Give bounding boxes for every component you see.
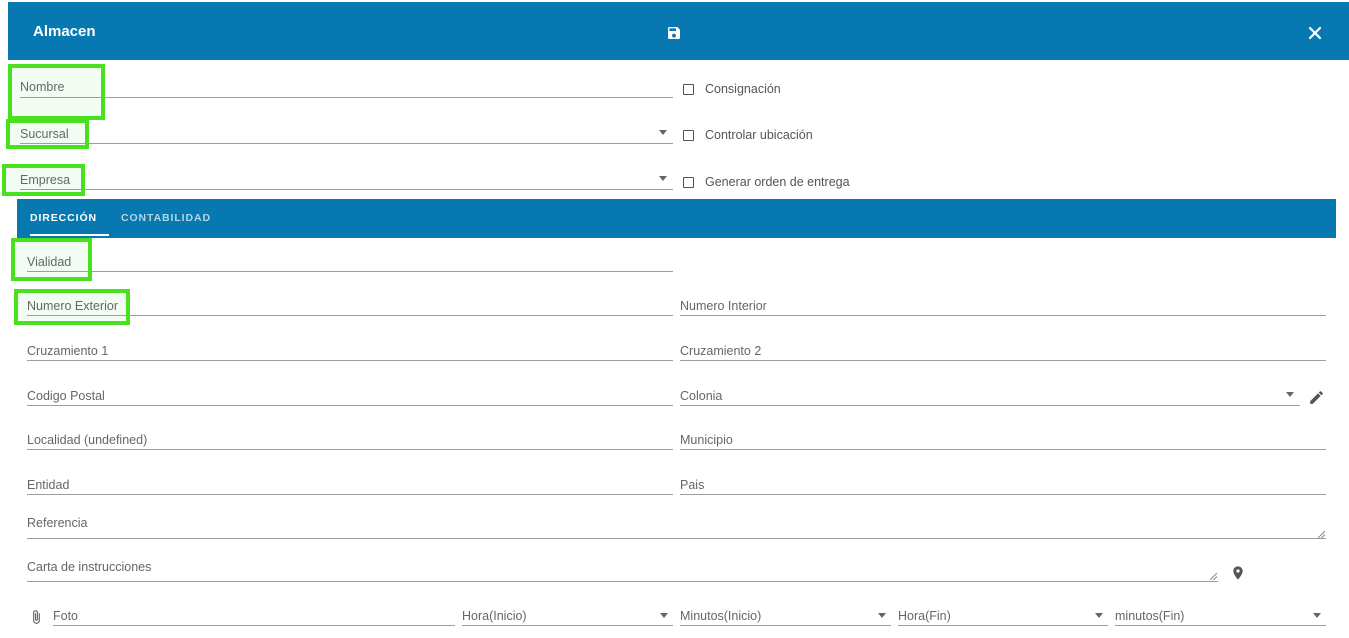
generar-orden-checkbox[interactable]: Generar orden de entrega — [683, 175, 850, 189]
consignacion-checkbox[interactable]: Consignación — [683, 82, 781, 96]
sucursal-label: Sucursal — [20, 127, 69, 141]
referencia-label: Referencia — [27, 516, 88, 530]
codigo-postal-field[interactable]: Codigo Postal — [27, 386, 673, 408]
foto-label: Foto — [53, 609, 79, 623]
tab-active-indicator — [30, 234, 109, 236]
cruzamiento2-label: Cruzamiento 2 — [680, 344, 762, 358]
entidad-label: Entidad — [27, 478, 70, 492]
numero-exterior-underline — [27, 315, 673, 316]
empresa-label: Empresa — [20, 173, 71, 187]
numero-exterior-label: Numero Exterior — [27, 299, 118, 313]
foto-field[interactable]: Foto — [53, 606, 455, 628]
municipio-field[interactable]: Municipio — [680, 430, 1326, 452]
hora-inicio-underline — [462, 625, 673, 626]
minutos-fin-select[interactable]: minutos(Fin) — [1115, 606, 1326, 628]
numero-interior-field[interactable]: Numero Interior — [680, 296, 1326, 318]
codigo-postal-label: Codigo Postal — [27, 389, 105, 403]
consignacion-label: Consignación — [705, 82, 781, 96]
vialidad-label: Vialidad — [27, 255, 72, 269]
paperclip-icon[interactable] — [29, 607, 44, 627]
hora-fin-select[interactable]: Hora(Fin) — [898, 606, 1108, 628]
checkbox-box[interactable] — [683, 129, 694, 141]
tab-contabilidad[interactable]: CONTABILIDAD — [121, 212, 211, 224]
numero-interior-label: Numero Interior — [680, 299, 767, 313]
vialidad-underline — [27, 271, 673, 272]
hora-fin-label: Hora(Fin) — [898, 609, 951, 623]
save-icon[interactable] — [666, 25, 682, 41]
pais-underline — [680, 494, 1326, 495]
pais-field[interactable]: Pais — [680, 475, 1326, 497]
hora-inicio-select[interactable]: Hora(Inicio) — [462, 606, 673, 628]
cruzamiento1-field[interactable]: Cruzamiento 1 — [27, 341, 673, 363]
tab-direccion[interactable]: DIRECCIÓN — [30, 212, 97, 224]
carta-instrucciones-underline — [27, 581, 1218, 582]
localidad-field[interactable]: Localidad (undefined) — [27, 430, 673, 452]
nombre-underline — [20, 97, 673, 98]
minutos-inicio-underline — [680, 625, 891, 626]
referencia-textarea[interactable]: Referencia — [27, 513, 1326, 540]
municipio-label: Municipio — [680, 433, 733, 447]
minutos-inicio-label: Minutos(Inicio) — [680, 609, 762, 623]
empresa-underline — [20, 189, 673, 190]
minutos-inicio-select[interactable]: Minutos(Inicio) — [680, 606, 891, 628]
localidad-underline — [27, 449, 673, 450]
numero-exterior-field[interactable]: Numero Exterior — [27, 296, 673, 318]
localidad-label: Localidad (undefined) — [27, 433, 148, 447]
chevron-down-icon — [659, 176, 667, 181]
hora-fin-underline — [898, 625, 1108, 626]
sucursal-select[interactable]: Sucursal — [20, 124, 673, 146]
municipio-underline — [680, 449, 1326, 450]
chevron-down-icon — [1286, 392, 1294, 397]
colonia-select[interactable]: Colonia — [680, 386, 1300, 408]
controlar-ubicacion-checkbox[interactable]: Controlar ubicación — [683, 128, 813, 142]
dialog-title: Almacen — [33, 23, 96, 40]
controlar-ubicacion-label: Controlar ubicación — [705, 128, 813, 142]
minutos-fin-label: minutos(Fin) — [1115, 609, 1185, 623]
minutos-fin-underline — [1115, 625, 1326, 626]
chevron-down-icon — [878, 613, 886, 618]
referencia-underline — [27, 538, 1326, 539]
nombre-field[interactable]: Nombre — [20, 78, 673, 100]
codigo-postal-underline — [27, 405, 673, 406]
tab-bar: DIRECCIÓN CONTABILIDAD — [17, 199, 1336, 238]
map-pin-icon[interactable] — [1230, 565, 1246, 581]
pais-label: Pais — [680, 478, 705, 492]
dialog-header: Almacen — [8, 2, 1349, 60]
generar-orden-label: Generar orden de entrega — [705, 175, 850, 189]
hora-inicio-label: Hora(Inicio) — [462, 609, 527, 623]
colonia-underline — [680, 405, 1300, 406]
nombre-label: Nombre — [20, 80, 65, 94]
resize-handle-icon[interactable] — [1318, 531, 1325, 538]
chevron-down-icon — [659, 130, 667, 135]
empresa-select[interactable]: Empresa — [20, 170, 673, 192]
cruzamiento1-underline — [27, 360, 673, 361]
numero-interior-underline — [680, 315, 1326, 316]
resize-handle-icon[interactable] — [1210, 573, 1217, 580]
close-icon[interactable] — [1308, 26, 1322, 40]
cruzamiento1-label: Cruzamiento 1 — [27, 344, 109, 358]
vialidad-field[interactable]: Vialidad — [27, 252, 673, 274]
checkbox-box[interactable] — [683, 83, 694, 95]
chevron-down-icon — [660, 613, 668, 618]
chevron-down-icon — [1313, 613, 1321, 618]
foto-underline — [53, 625, 455, 626]
chevron-down-icon — [1095, 613, 1103, 618]
carta-instrucciones-textarea[interactable]: Carta de instrucciones — [27, 557, 1218, 584]
entidad-underline — [27, 494, 673, 495]
entidad-field[interactable]: Entidad — [27, 475, 673, 497]
sucursal-underline — [20, 143, 673, 144]
cruzamiento2-field[interactable]: Cruzamiento 2 — [680, 341, 1326, 363]
colonia-label: Colonia — [680, 389, 723, 403]
carta-instrucciones-label: Carta de instrucciones — [27, 560, 152, 574]
checkbox-box[interactable] — [683, 176, 694, 188]
pencil-icon[interactable] — [1308, 389, 1325, 406]
cruzamiento2-underline — [680, 360, 1326, 361]
